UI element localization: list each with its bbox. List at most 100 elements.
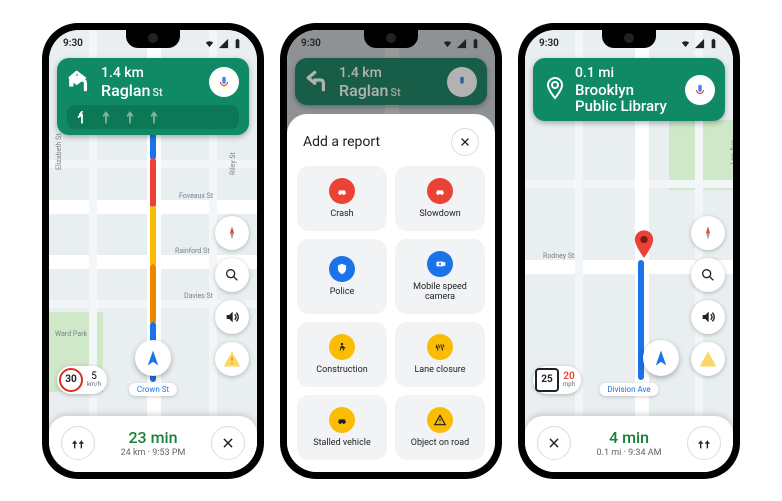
gps-location-marker <box>643 340 679 376</box>
navigation-card: 1.4 km RaglanSt <box>295 58 487 106</box>
wifi-icon <box>204 38 215 49</box>
compass-button[interactable] <box>215 216 249 250</box>
police-icon <box>329 256 355 282</box>
report-label: Crash <box>330 209 353 219</box>
battery-icon <box>232 38 243 49</box>
search-button[interactable] <box>215 258 249 292</box>
camera-icon <box>427 251 453 277</box>
lane-straight-icon <box>123 109 137 125</box>
nav-destination-line1: Brooklyn <box>575 82 677 99</box>
eta-time: 4 min <box>597 428 662 447</box>
report-speed-camera[interactable]: Mobile speed camera <box>395 239 485 314</box>
stalled-icon <box>329 407 355 433</box>
status-time: 9:30 <box>539 38 559 49</box>
navigation-card[interactable]: 0.1 mi Brooklyn Public Library <box>533 58 725 121</box>
street-label: Riley St <box>229 152 237 175</box>
speed-limit: 25 <box>535 368 559 392</box>
close-nav-button[interactable] <box>537 426 571 460</box>
nav-destination: Brooklyn Public Library <box>575 82 677 115</box>
speed-value: 5 <box>91 371 97 382</box>
mic-button[interactable] <box>209 67 239 97</box>
speed-limit: 30 <box>59 368 83 392</box>
camera-notch <box>364 30 418 48</box>
compass-button[interactable] <box>691 216 725 250</box>
signal-icon <box>218 38 229 49</box>
nav-distance: 1.4 km <box>101 66 201 80</box>
wifi-icon <box>442 38 453 49</box>
phone-middle: 9:30 1.4 km RaglanSt <box>280 23 502 479</box>
battery-icon <box>708 38 719 49</box>
report-crash[interactable]: Crash <box>297 166 387 231</box>
bottom-bar[interactable]: 23 min 24 km · 9:53 PM <box>49 416 257 472</box>
report-label: Construction <box>316 365 368 375</box>
map-side-buttons <box>215 216 249 376</box>
street-label: Rodney St <box>543 252 574 260</box>
phone-right: 9:30 Rodney St Lee Ave <box>518 23 740 479</box>
navigation-card[interactable]: 1.4 km RaglanSt <box>57 58 249 136</box>
report-label: Slowdown <box>419 209 460 219</box>
alt-routes-button[interactable] <box>61 426 95 460</box>
eta-sub: 0.1 mi · 9:34 AM <box>597 448 662 458</box>
screen: 9:30 Rodney St Lee Ave <box>525 30 733 472</box>
street-label: Lee Ave <box>729 140 733 164</box>
current-street-chip[interactable]: Crown St <box>129 383 177 396</box>
screen: 9:30 Foveaux St Rainford St Davies St Wa… <box>49 30 257 472</box>
report-lane-closure[interactable]: Lane closure <box>395 322 485 387</box>
audio-button[interactable] <box>691 300 725 334</box>
mic-button[interactable] <box>685 75 715 105</box>
camera-notch <box>126 30 180 48</box>
status-time: 9:30 <box>301 38 321 49</box>
report-grid: Crash Slowdown Police Mobile speed camer… <box>297 166 485 460</box>
eta-time: 23 min <box>121 428 186 447</box>
alt-routes-button[interactable] <box>687 426 721 460</box>
report-slowdown[interactable]: Slowdown <box>395 166 485 231</box>
lane-guidance <box>67 105 239 129</box>
gps-location-marker <box>135 340 171 376</box>
speed-current: 5 km/h <box>87 372 101 388</box>
nav-destination-line2: Public Library <box>575 98 677 115</box>
current-street-chip[interactable]: Division Ave <box>599 383 658 396</box>
street-label: Elizabeth St <box>55 133 63 170</box>
street-label: Davies St <box>184 292 213 300</box>
close-nav-button[interactable] <box>211 426 245 460</box>
nav-destination-main: Raglan <box>339 81 388 100</box>
destination-pin-icon <box>543 74 567 106</box>
close-sheet-button[interactable] <box>451 128 479 156</box>
speed-unit: mph <box>563 382 575 388</box>
street-label: Rainford St <box>175 247 210 255</box>
destination-pin <box>633 230 655 264</box>
status-time: 9:30 <box>63 38 83 49</box>
eta-block: 4 min 0.1 mi · 9:34 AM <box>597 428 662 458</box>
report-button[interactable] <box>215 342 249 376</box>
status-icons <box>204 38 243 49</box>
sheet-title: Add a report <box>303 134 380 150</box>
nav-destination: RaglanSt <box>101 82 201 100</box>
report-label: Lane closure <box>414 365 465 375</box>
construction-icon <box>329 334 355 360</box>
street-label: Foveaux St <box>179 192 213 200</box>
nav-distance: 1.4 km <box>339 66 439 80</box>
street-label: Ward Park <box>55 330 87 338</box>
report-police[interactable]: Police <box>297 239 387 314</box>
wifi-icon <box>680 38 691 49</box>
audio-button[interactable] <box>215 300 249 334</box>
search-button[interactable] <box>691 258 725 292</box>
report-sheet: Add a report Crash Slowdown Police <box>287 114 495 472</box>
report-label: Police <box>330 287 355 297</box>
mic-button <box>447 67 477 97</box>
nav-destination-suffix: St <box>390 86 400 99</box>
report-label: Mobile speed camera <box>397 282 483 302</box>
nav-destination-main: Raglan <box>101 81 150 100</box>
speed-display: 25 20 mph <box>533 366 581 394</box>
camera-notch <box>602 30 656 48</box>
status-icons <box>680 38 719 49</box>
bottom-bar[interactable]: 4 min 0.1 mi · 9:34 AM <box>525 416 733 472</box>
turn-left-icon <box>305 67 331 97</box>
map-side-buttons <box>691 216 725 376</box>
report-stalled-vehicle[interactable]: Stalled vehicle <box>297 395 387 460</box>
report-construction[interactable]: Construction <box>297 322 387 387</box>
report-object-on-road[interactable]: Object on road <box>395 395 485 460</box>
battery-icon <box>470 38 481 49</box>
status-icons <box>442 38 481 49</box>
report-button[interactable] <box>691 342 725 376</box>
